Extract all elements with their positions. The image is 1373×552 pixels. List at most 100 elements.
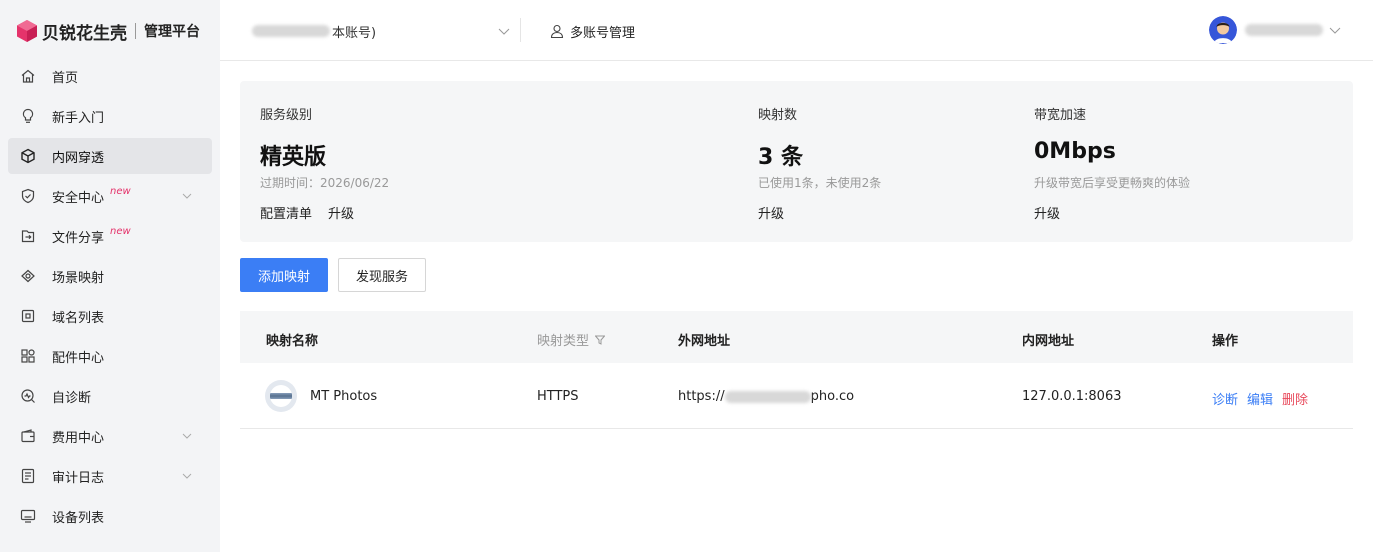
- chevron-down-icon[interactable]: [182, 431, 192, 441]
- account-select[interactable]: 本账号): [252, 20, 510, 42]
- sidebar-item-security[interactable]: 安全中心 new: [8, 178, 212, 214]
- sidebar-item-home[interactable]: 首页: [8, 58, 212, 94]
- domain-icon: [20, 308, 36, 324]
- sidebar-item-file-share[interactable]: 文件分享 new: [8, 218, 212, 254]
- service-level-value: 精英版: [260, 145, 327, 170]
- sidebar-item-label: 设备列表: [52, 510, 105, 526]
- column-header-ops: 操作: [1212, 334, 1239, 349]
- cube-icon: [20, 148, 36, 164]
- service-summary-card: 服务级别 精英版 过期时间：2026/06/22 配置清单 升级 映射数 3 条…: [240, 81, 1353, 242]
- column-header-type-label: 映射类型: [537, 334, 590, 349]
- upgrade-service-link[interactable]: 升级: [328, 203, 354, 222]
- header-divider: [520, 18, 521, 42]
- external-address[interactable]: https:// pho.co: [678, 389, 854, 404]
- home-icon: [20, 68, 36, 84]
- mapping-usage-note: 已使用1条，未使用2条: [758, 176, 882, 190]
- app-root: 贝锐花生壳 管理平台 首页 新手入门 内网穿透 安全中心 new 文件分享 ne…: [0, 0, 1373, 552]
- bandwidth-value: 0Mbps: [1034, 139, 1116, 164]
- log-icon: [20, 468, 36, 484]
- add-mapping-button[interactable]: 添加映射: [240, 258, 328, 292]
- discover-service-button[interactable]: 发现服务: [338, 258, 426, 292]
- logo[interactable]: 贝锐花生壳 管理平台: [16, 18, 200, 44]
- bandwidth-links: 升级: [1034, 203, 1076, 222]
- service-level-links: 配置清单 升级: [260, 203, 370, 222]
- user-icon: [550, 24, 564, 38]
- external-address-suffix: pho.co: [810, 389, 855, 404]
- sidebar-item-label: 费用中心: [52, 430, 105, 446]
- new-badge: new: [110, 185, 131, 197]
- mapping-count-column: 映射数 3 条 已使用1条，未使用2条 升级: [758, 81, 1018, 242]
- sidebar-item-label: 首页: [52, 70, 79, 86]
- mapping-type: HTTPS: [537, 389, 579, 404]
- table-row: MT Photos HTTPS https:// pho.co 127.0.0.…: [240, 363, 1353, 429]
- apps-icon: [20, 348, 36, 364]
- sidebar-item-billing[interactable]: 费用中心: [8, 418, 212, 454]
- sidebar-item-device-list[interactable]: 设备列表: [8, 498, 212, 534]
- delete-button[interactable]: 删除: [1282, 389, 1308, 408]
- config-list-link[interactable]: 配置清单: [260, 203, 312, 222]
- upgrade-mappings-link[interactable]: 升级: [758, 203, 784, 222]
- top-header: 本账号) 多账号管理: [220, 0, 1373, 61]
- shield-icon: [20, 188, 36, 204]
- sidebar-item-label: 新手入门: [52, 110, 105, 126]
- column-header-internal: 内网地址: [1022, 334, 1075, 349]
- multi-account-button[interactable]: 多账号管理: [550, 20, 635, 42]
- edit-button[interactable]: 编辑: [1247, 389, 1273, 408]
- sidebar-item-domain-list[interactable]: 域名列表: [8, 298, 212, 334]
- sidebar-nav: 首页 新手入门 内网穿透 安全中心 new 文件分享 new 场景映射 域名列表…: [8, 58, 212, 538]
- sidebar-item-label: 域名列表: [52, 310, 105, 326]
- column-header-name: 映射名称: [266, 334, 319, 349]
- redacted-account-name: [252, 25, 330, 37]
- avatar[interactable]: [1209, 16, 1237, 44]
- internal-address: 127.0.0.1:8063: [1022, 389, 1122, 404]
- sidebar-item-intranet-penetration[interactable]: 内网穿透: [8, 138, 212, 174]
- service-level-column: 服务级别 精英版 过期时间：2026/06/22 配置清单 升级: [260, 81, 740, 242]
- redacted-external-host: [724, 390, 811, 403]
- sidebar: 贝锐花生壳 管理平台 首页 新手入门 内网穿透 安全中心 new 文件分享 ne…: [0, 0, 220, 552]
- upgrade-bandwidth-link[interactable]: 升级: [1034, 203, 1060, 222]
- chevron-down-icon[interactable]: [182, 471, 192, 481]
- mapping-count-value: 3 条: [758, 145, 803, 170]
- brand-name: 贝锐花生壳: [42, 23, 127, 44]
- multi-account-label: 多账号管理: [570, 25, 636, 41]
- table-header: 映射名称 映射类型 外网地址 内网地址 操作: [240, 311, 1353, 363]
- bandwidth-note: 升级带宽后享受更畅爽的体验: [1034, 176, 1191, 190]
- sidebar-item-label: 配件中心: [52, 350, 105, 366]
- sidebar-item-label: 内网穿透: [52, 150, 105, 166]
- logo-divider: [135, 23, 136, 39]
- sidebar-item-label: 自诊断: [52, 390, 92, 406]
- bandwidth-title: 带宽加速: [1034, 108, 1087, 123]
- column-header-type[interactable]: 映射类型: [537, 330, 606, 349]
- sidebar-item-label: 安全中心: [52, 190, 105, 206]
- sidebar-item-accessory-center[interactable]: 配件中心: [8, 338, 212, 374]
- mt-photos-app-icon: [265, 380, 297, 412]
- external-address-prefix: https://: [678, 389, 725, 404]
- sidebar-item-label: 文件分享: [52, 230, 105, 246]
- expiry-date: 过期时间：2026/06/22: [260, 176, 390, 190]
- filter-icon[interactable]: [595, 335, 606, 345]
- sidebar-item-label: 场景映射: [52, 270, 105, 286]
- chevron-down-icon[interactable]: [182, 191, 192, 201]
- redacted-username: [1245, 24, 1323, 36]
- mapping-count-title: 映射数: [758, 108, 798, 123]
- lightbulb-icon: [20, 108, 36, 124]
- file-share-icon: [20, 228, 36, 244]
- sidebar-item-self-diagnosis[interactable]: 自诊断: [8, 378, 212, 414]
- wallet-icon: [20, 428, 36, 444]
- column-header-external: 外网地址: [678, 334, 731, 349]
- mapping-name[interactable]: MT Photos: [310, 389, 377, 404]
- account-suffix: 本账号): [332, 25, 377, 41]
- chevron-down-icon: [1329, 27, 1341, 34]
- diagnose-button[interactable]: 诊断: [1212, 389, 1238, 408]
- brand-logo-icon: [17, 20, 37, 42]
- brand-subtitle: 管理平台: [144, 24, 200, 40]
- user-menu[interactable]: [1209, 15, 1341, 45]
- service-level-title: 服务级别: [260, 108, 313, 123]
- mapping-count-links: 升级: [758, 203, 800, 222]
- monitor-icon: [20, 508, 36, 524]
- sidebar-item-getting-started[interactable]: 新手入门: [8, 98, 212, 134]
- avatar-icon: [1209, 16, 1237, 44]
- sidebar-item-label: 审计日志: [52, 470, 105, 486]
- sidebar-item-scene-mapping[interactable]: 场景映射: [8, 258, 212, 294]
- sidebar-item-audit-log[interactable]: 审计日志: [8, 458, 212, 494]
